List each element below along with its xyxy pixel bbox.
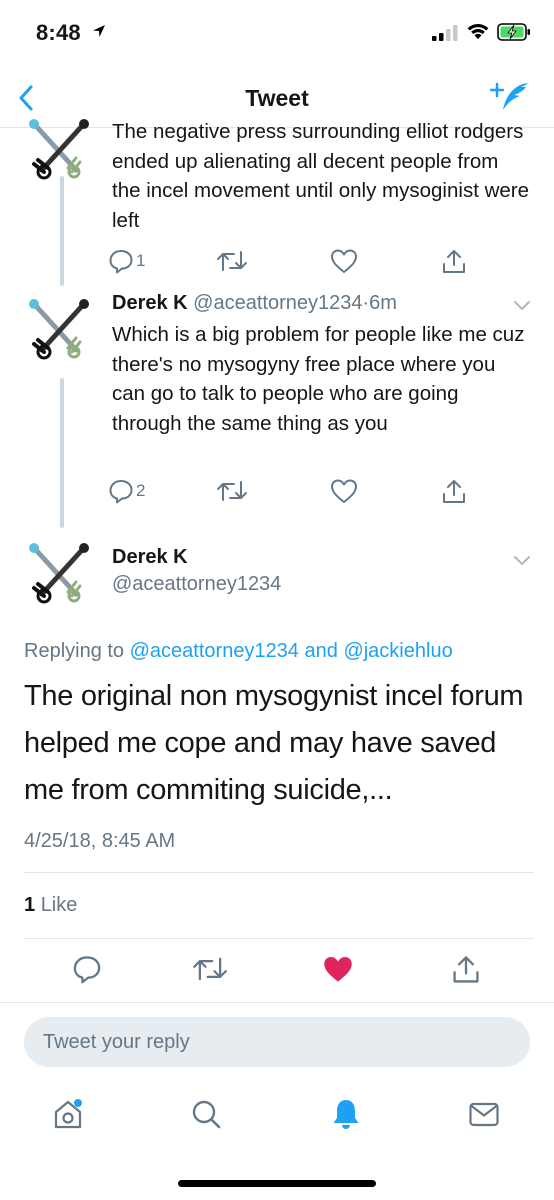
- page-title: Tweet: [245, 85, 309, 111]
- reply-bar: [0, 1002, 554, 1082]
- thread-connector-line: [60, 176, 64, 286]
- share-icon: [443, 480, 465, 503]
- reply-action[interactable]: 1: [108, 248, 145, 274]
- share-action[interactable]: [440, 478, 468, 506]
- main-tweet-actions: [0, 954, 554, 988]
- retweet-action[interactable]: [216, 478, 248, 504]
- display-name[interactable]: Derek K: [112, 546, 188, 569]
- share-icon: [453, 956, 479, 983]
- like-count-row[interactable]: 1 Like: [24, 894, 77, 917]
- tab-notifications[interactable]: [326, 1094, 366, 1134]
- tab-messages[interactable]: [464, 1094, 504, 1134]
- share-action[interactable]: [440, 248, 468, 276]
- main-tweet-text: The original non mysogynist incel forum …: [24, 680, 524, 806]
- tab-home[interactable]: [48, 1094, 88, 1134]
- like-filled-icon: [324, 957, 352, 982]
- like-icon: [331, 479, 357, 503]
- compose-tweet-icon[interactable]: [489, 80, 532, 119]
- thread-connector-line: [60, 378, 64, 528]
- replying-user-link[interactable]: @jackiehluo: [343, 640, 452, 662]
- tweet-text: Which is a big problem for people like m…: [112, 323, 525, 435]
- like-action[interactable]: [330, 478, 358, 504]
- status-bar: 8:48: [0, 0, 554, 66]
- retweet-icon: [217, 481, 247, 501]
- wifi-icon: [466, 22, 490, 45]
- reply-icon: [109, 250, 133, 274]
- like-icon: [331, 249, 357, 273]
- avatar[interactable]: [24, 540, 94, 606]
- avatar[interactable]: [24, 296, 94, 362]
- retweet-icon: [217, 251, 247, 271]
- tweet-actions: 2: [100, 478, 480, 508]
- like-count: 1: [24, 894, 36, 916]
- home-icon: [54, 1099, 82, 1129]
- reply-count: 1: [136, 251, 146, 270]
- home-indicator[interactable]: [178, 1180, 376, 1187]
- avatar[interactable]: [24, 116, 94, 182]
- replying-prefix: Replying to: [24, 640, 125, 662]
- reply-action[interactable]: [72, 954, 102, 984]
- replying-to: Replying to @aceattorney1234 and @jackie…: [24, 640, 453, 663]
- tweet-reply-input[interactable]: [24, 1017, 530, 1067]
- like-label: Like: [40, 894, 78, 916]
- reply-count: 2: [136, 481, 146, 500]
- reply-action[interactable]: 2: [108, 478, 145, 504]
- chevron-down-icon[interactable]: [512, 553, 532, 572]
- replying-user-link[interactable]: @aceattorney1234: [130, 640, 299, 662]
- chevron-down-icon[interactable]: [512, 298, 532, 317]
- reply-icon: [73, 956, 101, 984]
- tweet-actions: 1: [100, 248, 480, 278]
- notifications-icon: [333, 1100, 359, 1129]
- status-time: 8:48: [36, 20, 81, 45]
- retweet-action[interactable]: [192, 954, 228, 984]
- replying-and[interactable]: and: [305, 640, 338, 662]
- display-name[interactable]: Derek K: [112, 292, 188, 314]
- like-action[interactable]: [330, 248, 358, 274]
- tweet-timestamp: 4/25/18, 8:45 AM: [24, 830, 176, 852]
- retweet-action[interactable]: [216, 248, 248, 274]
- share-action[interactable]: [450, 954, 482, 986]
- search-icon: [192, 1100, 221, 1129]
- retweet-icon: [193, 957, 227, 981]
- battery-charging-icon: [497, 23, 531, 46]
- divider: [24, 872, 534, 873]
- location-arrow-icon: [92, 24, 106, 43]
- cellular-signal-icon: [432, 25, 458, 46]
- reply-icon: [109, 480, 133, 504]
- divider: [24, 938, 534, 939]
- tweet-time: 6m: [369, 292, 397, 314]
- tab-search[interactable]: [186, 1094, 226, 1134]
- tweet-header: Derek K @aceattorney1234·6m: [112, 292, 397, 315]
- messages-icon: [469, 1102, 499, 1127]
- user-handle[interactable]: @aceattorney1234: [112, 573, 281, 596]
- tweet-text: The negative press surrounding elliot ro…: [112, 120, 530, 232]
- share-icon: [443, 250, 465, 273]
- like-action-liked[interactable]: [322, 954, 354, 984]
- user-handle[interactable]: @aceattorney1234: [193, 292, 362, 314]
